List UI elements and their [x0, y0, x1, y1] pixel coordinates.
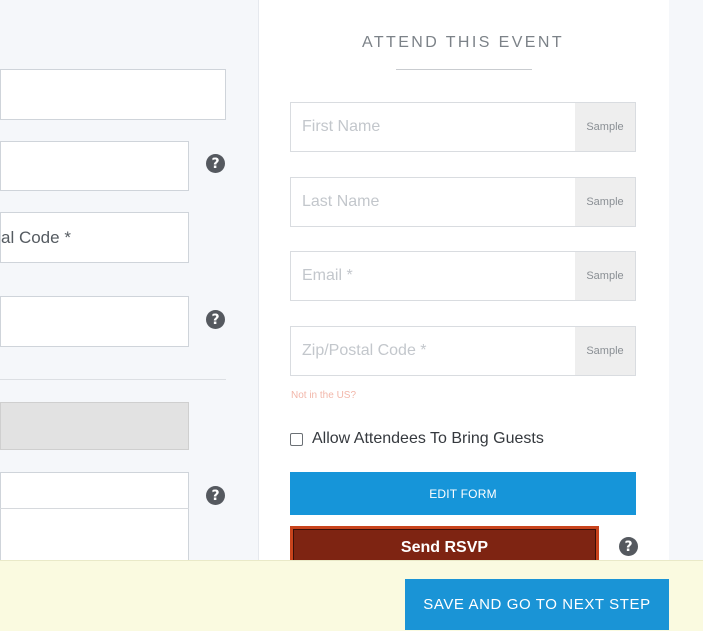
first-name-field[interactable]: First Name Sample [290, 102, 636, 152]
left-textarea[interactable] [0, 472, 189, 572]
first-name-placeholder: First Name [302, 118, 381, 135]
email-placeholder: Email * [302, 267, 353, 284]
event-title: ATTEND THIS EVENT [361, 34, 564, 51]
left-separator [0, 379, 226, 380]
edit-form-button[interactable]: EDIT FORM [290, 472, 636, 515]
send-rsvp-label: Send RSVP [400, 539, 489, 556]
help-icon[interactable]: ? [206, 310, 225, 329]
sample-tag: Sample [575, 327, 635, 375]
panel-divider [258, 0, 259, 560]
email-field[interactable]: Email * Sample [290, 251, 636, 301]
left-input-1[interactable] [0, 69, 226, 120]
zip-postal-code-field[interactable]: Zip/Postal Code * Sample [290, 326, 636, 376]
help-icon[interactable]: ? [206, 154, 225, 173]
title-underline [396, 69, 532, 70]
help-icon[interactable]: ? [206, 486, 225, 505]
left-disabled-field [0, 402, 189, 450]
sample-tag: Sample [575, 103, 635, 151]
left-textarea-rule [0, 508, 189, 509]
allow-guests-label: Allow Attendees To Bring Guests [312, 430, 544, 447]
send-rsvp-button[interactable]: Send RSVP [293, 529, 596, 560]
allow-guests-checkbox[interactable] [290, 432, 303, 446]
left-input-2[interactable] [0, 141, 189, 191]
left-postal-code-input[interactable]: al Code * [0, 212, 189, 263]
allow-guests-row[interactable]: Allow Attendees To Bring Guests [290, 430, 544, 448]
sample-tag: Sample [575, 252, 635, 300]
left-input-4[interactable] [0, 296, 189, 347]
zip-postal-code-placeholder: Zip/Postal Code * [302, 342, 427, 359]
last-name-placeholder: Last Name [302, 193, 380, 210]
left-postal-code-placeholder: al Code * [1, 227, 71, 247]
save-and-next-button[interactable]: SAVE AND GO TO NEXT STEP [405, 579, 669, 630]
last-name-field[interactable]: Last Name Sample [290, 177, 636, 227]
not-in-us-link[interactable]: Not in the US? [291, 390, 356, 401]
send-rsvp-button-frame: Send RSVP [290, 526, 599, 560]
help-icon[interactable]: ? [619, 537, 638, 556]
right-gutter [669, 0, 703, 560]
sample-tag: Sample [575, 178, 635, 226]
